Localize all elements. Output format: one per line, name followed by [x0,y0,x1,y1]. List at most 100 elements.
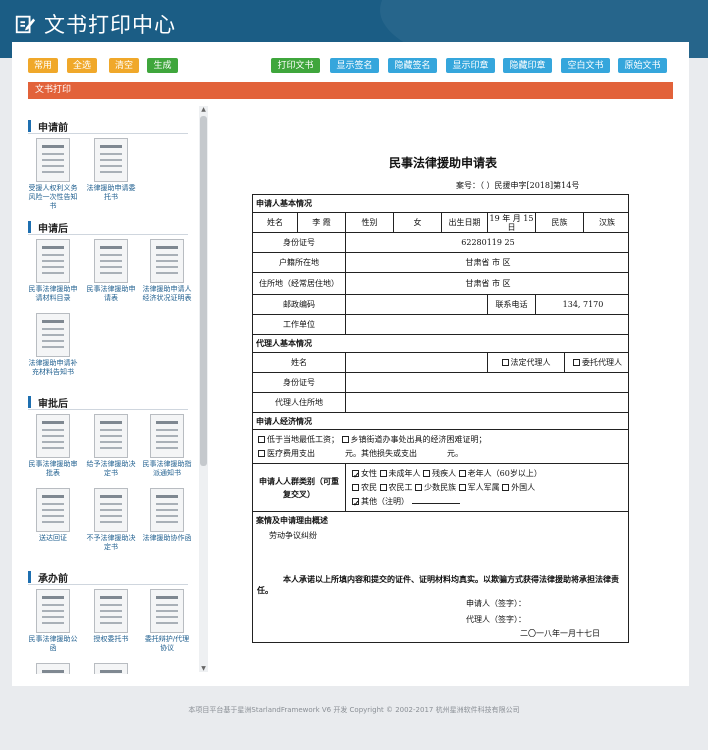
scroll-up-icon[interactable]: ▲ [199,106,208,113]
document-icon [94,414,128,458]
doc-item[interactable]: 法律援助申请委托书 [86,138,136,202]
doc-item[interactable]: 民事法律援助指派通知书 [142,414,192,478]
document-icon [36,239,70,283]
group-checkbox [352,484,359,491]
document-icon [94,589,128,633]
page-footer: 本项目平台基于星洲StarlandFramework V6 开发 Copyrig… [188,706,520,714]
applicant-id: 62280119 25 [345,233,630,252]
applicant-birth: 19 年 月 15日 [487,213,535,232]
group-checkbox [379,470,387,477]
pledge-text: 本人承诺以上所填内容和提交的证件、证明材料均真实。以欺骗方式获得法律援助将承担法… [257,574,619,595]
agent-name-row: 姓名 法定代理人 委托代理人 [253,353,628,373]
applicant-basic-row: 姓名 李 霞 性别 女 出生日期 19 年 月 15日 民族 汉族 [253,213,628,233]
document-list: 申请前 受援人权利义务风险一次性告知书 法律援助申请委托书 申请后 民事法律援助… [28,106,208,674]
section-after-approval: 审批后 [28,394,188,410]
economy-checkbox [341,436,349,443]
doc-item[interactable]: 民事法律援助申请表 [86,239,136,303]
applicant-section-heading: 申请人基本情况 [253,195,628,213]
application-date: 二〇一八年一月十七日 [520,629,600,638]
doc-item[interactable]: 给予法律援助决定书 [86,414,136,478]
reason-section: 案情及申请理由概述 劳动争议纠纷 本人承诺以上所填内容和提交的证件、证明材料均真… [253,512,628,642]
group-checkbox [415,484,423,491]
group-checkbox [458,470,466,477]
applicant-name: 李 霞 [297,213,345,232]
applicant-signature-label: 申请人（签字）： [466,599,526,608]
doc-item[interactable]: 法律援助申请补充材料告知书 [28,313,78,377]
document-icon [150,239,184,283]
clear-button[interactable]: 清空 [109,58,139,73]
economy-section-heading: 申请人经济情况 [253,413,628,430]
agent-section-heading: 代理人基本情况 [253,335,628,353]
brand: 文书打印中心 [14,9,176,39]
show-seal-button[interactable]: 显示印章 [446,58,495,73]
doc-item[interactable]: 民事法律援助公函 [28,589,78,653]
group-checkbox [379,484,387,491]
section-before-handling: 承办前 [28,569,188,585]
document-icon [150,414,184,458]
document-icon [36,313,70,357]
application-form: 申请人基本情况 姓名 李 霞 性别 女 出生日期 19 年 月 15日 民族 汉… [252,194,629,643]
doc-item[interactable]: 授权委托书 [86,589,136,644]
group-checkbox [352,468,360,482]
document-icon [36,488,70,532]
toolbar: 常用 全选 清空 生成 打印文书 显示签名 隐藏签名 显示印章 隐藏印章 空白文… [28,58,673,74]
group-checkbox [423,470,431,477]
document-list-scrollbar[interactable]: ▲ ▼ [199,106,208,672]
document-icon [36,138,70,182]
document-icon [94,663,128,674]
economy-checkbox [258,450,265,457]
group-checkbox [458,484,466,491]
hide-signature-button[interactable]: 隐藏签名 [388,58,437,73]
doc-item[interactable]: 法律援助申请人经济状况证明表 [142,239,192,303]
scrollbar-thumb[interactable] [200,116,207,466]
doc-item[interactable]: 民事法律援助审批表 [28,414,78,478]
document-preview: 民事法律援助申请表 案号：（ ）民援申字[2018]第14号 申请人基本情况 姓… [218,106,673,674]
print-document-button[interactable]: 打印文书 [271,58,320,73]
edit-document-icon [15,15,36,34]
applicant-phone: 134, 7170 [535,295,630,314]
document-icon [94,488,128,532]
blank-document-button[interactable]: 空白文书 [561,58,610,73]
document-icon [150,488,184,532]
doc-item[interactable]: 送达回证 [28,488,78,543]
hide-seal-button[interactable]: 隐藏印章 [503,58,552,73]
work-row: 工作单位 [253,315,628,335]
section-before-application: 申请前 [28,118,188,134]
applicant-gender: 女 [393,213,441,232]
case-number: 案号：（ ）民援申字[2018]第14号 [456,181,580,190]
economy-checkbox [258,436,265,443]
doc-item[interactable]: 委托辩护/代理协议 [142,589,192,653]
doc-item[interactable] [86,663,136,674]
common-button[interactable]: 常用 [28,58,58,73]
doc-item[interactable]: 不予法律援助决定书 [86,488,136,552]
generate-button[interactable]: 生成 [147,58,178,73]
zip-phone-row: 邮政编码 联系电话 134, 7170 [253,295,628,315]
tab-document-print[interactable]: 文书打印 [28,82,673,99]
document-icon [94,239,128,283]
agent-address [345,393,630,412]
group-checkbox [502,484,510,491]
group-row: 申请人人群类别（可重复交叉） 女性 未成年人 残疾人 老年人（60岁以上） 农民… [253,464,628,512]
document-icon [36,589,70,633]
doc-item[interactable]: 民事法律援助申请材料目录 [28,239,78,303]
document-title: 民事法律援助申请表 [388,156,497,170]
doc-item[interactable]: 法律援助协作函 [142,488,192,543]
residence-row: 住所地（经常居住地） 甘肃省 市 区 [253,273,628,295]
document-icon [36,414,70,458]
applicant-hukou: 甘肃省 市 区 [345,253,630,272]
economy-options: 低于当地最低工资； 乡镇街道办事处出具的经济困难证明； 医疗费用支出 元。其他损失… [253,430,628,464]
original-document-button[interactable]: 原始文书 [618,58,667,73]
app-title: 文书打印中心 [44,13,176,37]
section-after-application: 申请后 [28,219,188,235]
applicant-residence: 甘肃省 市 区 [345,273,630,294]
agent-signature-label: 代理人（签字）： [466,615,526,624]
reason-text: 劳动争议纠纷 [269,531,317,540]
scroll-down-icon[interactable]: ▼ [199,665,208,672]
hukou-row: 户籍所在地 甘肃省 市 区 [253,253,628,273]
legal-agent-checkbox [501,359,509,366]
select-all-button[interactable]: 全选 [67,58,97,73]
show-signature-button[interactable]: 显示签名 [330,58,379,73]
main-panel: 常用 全选 清空 生成 打印文书 显示签名 隐藏签名 显示印章 隐藏印章 空白文… [12,42,689,686]
doc-item[interactable]: 受援人权利义务风险一次性告知书 [28,138,78,211]
doc-item[interactable] [28,663,78,674]
